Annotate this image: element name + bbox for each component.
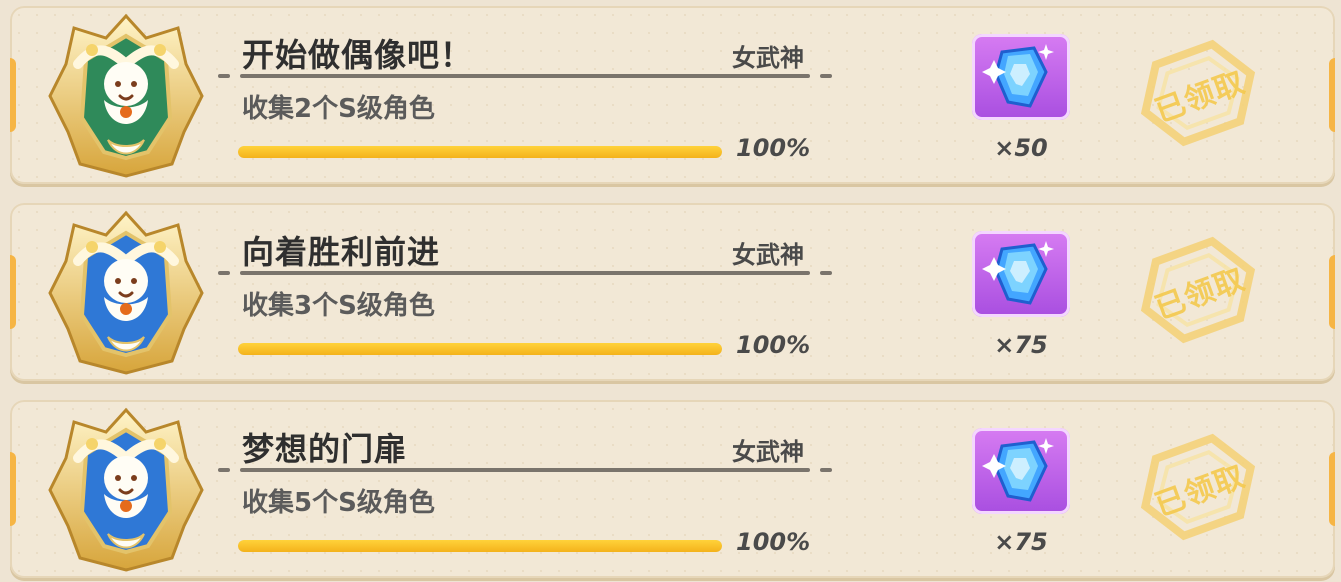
- progress-bar: [238, 146, 722, 158]
- achievement-category-tag: 女武神: [732, 44, 804, 72]
- progress-bar: [238, 540, 722, 552]
- progress-percent: 100%: [736, 528, 811, 556]
- achievement-title: 开始做偶像吧！: [242, 36, 474, 74]
- progress-bar-fill: [238, 146, 722, 158]
- reward-item[interactable]: [972, 34, 1070, 120]
- achievement-card: 向着胜利前进 女武神 收集3个S级角色 100% ×75 已领取: [10, 203, 1335, 381]
- achievement-badge-icon: [38, 205, 214, 381]
- card-edge-tab-right: [1329, 58, 1335, 132]
- reward-count: ×50: [994, 134, 1048, 162]
- achievement-badge-icon: [38, 8, 214, 184]
- claimed-stamp: 已领取: [1132, 34, 1264, 152]
- progress-bar-fill: [238, 343, 722, 355]
- progress-bar: [238, 343, 722, 355]
- card-edge-tab-right: [1329, 255, 1335, 329]
- reward-count: ×75: [994, 528, 1048, 556]
- achievement-description: 收集2个S级角色: [242, 94, 435, 124]
- title-divider: [218, 74, 832, 78]
- progress-percent: 100%: [736, 331, 811, 359]
- card-edge-tab-left: [10, 58, 16, 132]
- blue-crystal-icon: [982, 241, 1054, 305]
- achievement-title: 梦想的门扉: [242, 430, 408, 468]
- achievement-description: 收集3个S级角色: [242, 291, 435, 321]
- reward-count: ×75: [994, 331, 1048, 359]
- blue-crystal-icon: [982, 438, 1054, 502]
- achievement-category-tag: 女武神: [732, 438, 804, 466]
- achievement-card: 梦想的门扉 女武神 收集5个S级角色 100% ×75 已领取: [10, 400, 1335, 578]
- achievement-badge-icon: [38, 402, 214, 578]
- progress-percent: 100%: [736, 134, 811, 162]
- card-edge-tab-left: [10, 452, 16, 526]
- title-divider: [218, 468, 832, 472]
- progress-bar-fill: [238, 540, 722, 552]
- reward-item[interactable]: [972, 231, 1070, 317]
- claimed-stamp: 已领取: [1132, 428, 1264, 546]
- card-edge-tab-right: [1329, 452, 1335, 526]
- achievement-card: 开始做偶像吧！ 女武神 收集2个S级角色 100% ×50 已领取: [10, 6, 1335, 184]
- card-edge-tab-left: [10, 255, 16, 329]
- claimed-stamp: 已领取: [1132, 231, 1264, 349]
- achievement-title: 向着胜利前进: [242, 233, 441, 271]
- blue-crystal-icon: [982, 44, 1054, 108]
- title-divider: [218, 271, 832, 275]
- achievement-list: 开始做偶像吧！ 女武神 收集2个S级角色 100% ×50 已领取 向着胜利前进…: [0, 0, 1341, 582]
- achievement-description: 收集5个S级角色: [242, 488, 435, 518]
- achievement-category-tag: 女武神: [732, 241, 804, 269]
- reward-item[interactable]: [972, 428, 1070, 514]
